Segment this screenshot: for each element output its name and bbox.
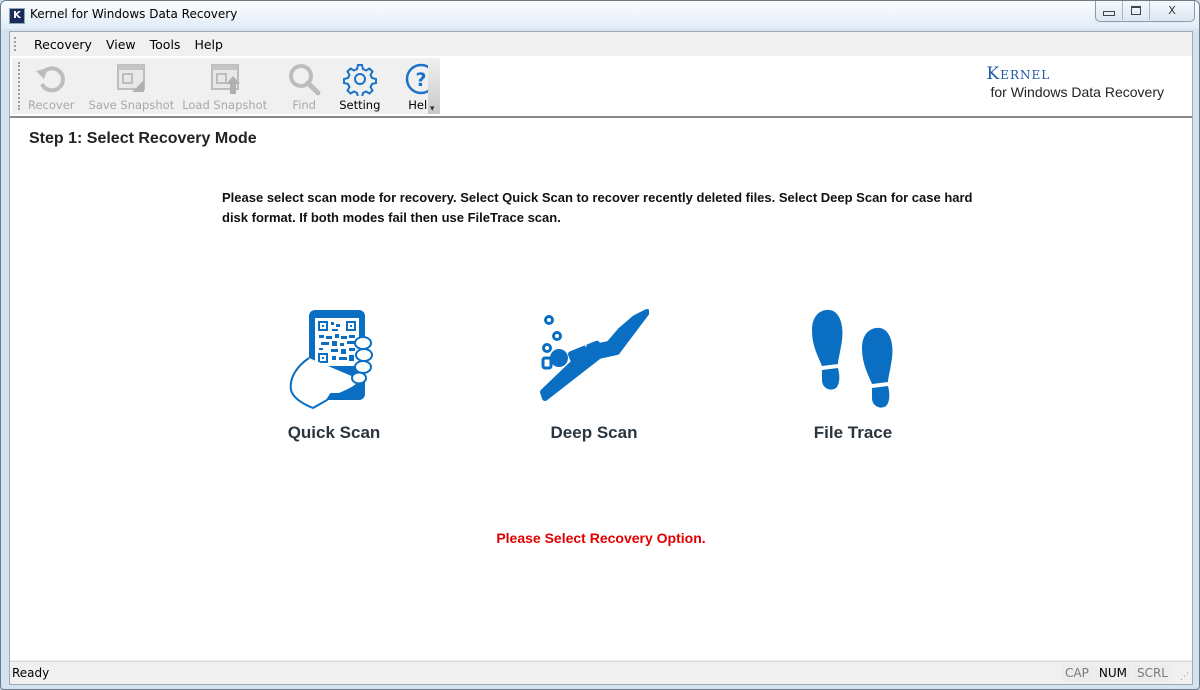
file-trace-option[interactable]: File Trace <box>763 308 943 443</box>
app-icon: K <box>9 8 25 24</box>
window-title: Kernel for Windows Data Recovery <box>30 7 238 21</box>
minimize-icon <box>1103 11 1115 16</box>
setting-button[interactable]: Setting <box>331 58 388 114</box>
setting-label: Setting <box>339 98 381 112</box>
maximize-icon <box>1131 6 1141 15</box>
toolbar-grip[interactable] <box>18 62 20 110</box>
load-snapshot-icon <box>210 64 240 94</box>
svg-text:?: ? <box>416 69 427 91</box>
magnifier-icon <box>289 64 321 96</box>
hand-phone-qr-icon <box>289 310 373 410</box>
footprints-icon <box>812 309 893 408</box>
quick-scan-option[interactable]: Quick Scan <box>244 308 424 443</box>
brand-subtitle: for Windows Data Recovery <box>990 84 1164 100</box>
menu-bar: Recovery View Tools Help <box>10 32 1192 56</box>
toolbar-area: Recover Save Snapshot Load Snapshot Find… <box>10 56 1192 118</box>
load-snapshot-button[interactable]: Load Snapshot <box>178 58 271 114</box>
menu-grip[interactable] <box>14 37 19 51</box>
save-snapshot-label: Save Snapshot <box>88 98 175 112</box>
instructions-text: Please select scan mode for recovery. Se… <box>222 190 973 225</box>
menu-recovery[interactable]: Recovery <box>27 35 99 54</box>
num-indicator: NUM <box>1094 665 1131 681</box>
recover-label: Recover <box>28 98 75 112</box>
status-message: Please Select Recovery Option. <box>496 530 706 546</box>
window-controls: X <box>1095 1 1195 22</box>
main-panel: Step 1: Select Recovery Mode Please sele… <box>10 118 1192 660</box>
toolbar: Recover Save Snapshot Load Snapshot Find… <box>12 58 437 114</box>
help-button[interactable]: ? Help <box>394 58 448 114</box>
minimize-button[interactable] <box>1096 1 1122 20</box>
deep-scan-label: Deep Scan <box>550 423 638 442</box>
brand-logo: Kernel for Windows Data Recovery <box>986 64 1164 100</box>
find-label: Find <box>292 98 316 112</box>
client-area: Recovery View Tools Help Recover Save Sn… <box>9 31 1193 685</box>
quick-scan-label: Quick Scan <box>287 423 381 442</box>
save-snapshot-icon <box>117 64 146 92</box>
save-snapshot-button[interactable]: Save Snapshot <box>85 58 179 114</box>
close-button[interactable]: X <box>1149 1 1194 20</box>
toolbar-overflow-button[interactable] <box>428 58 440 114</box>
menu-tools[interactable]: Tools <box>143 35 188 54</box>
file-trace-label: File Trace <box>813 423 893 442</box>
resize-grip-icon[interactable]: ⋰ <box>1180 672 1189 682</box>
status-text: Ready <box>12 666 50 680</box>
scrl-indicator: SCRL <box>1132 665 1172 681</box>
brand-name: Kernel <box>986 64 1051 84</box>
deep-scan-option[interactable]: Deep Scan <box>504 308 684 443</box>
diver-icon <box>540 309 649 401</box>
gear-icon <box>342 64 377 96</box>
menu-help[interactable]: Help <box>187 35 230 54</box>
maximize-button[interactable] <box>1122 1 1149 20</box>
menu-view[interactable]: View <box>99 35 143 54</box>
cap-indicator: CAP <box>1061 665 1093 681</box>
find-button[interactable]: Find <box>277 58 331 114</box>
app-window: K Kernel for Windows Data Recovery X Rec… <box>0 0 1200 690</box>
load-snapshot-label: Load Snapshot <box>182 98 268 112</box>
step-title: Step 1: Select Recovery Mode <box>29 130 257 147</box>
recover-button[interactable]: Recover <box>24 58 79 114</box>
status-bar: Ready CAP NUM SCRL ⋰ <box>10 661 1192 684</box>
title-bar[interactable]: K Kernel for Windows Data Recovery X <box>1 1 1199 29</box>
key-indicators: CAP NUM SCRL <box>1061 665 1172 681</box>
undo-arrow-icon <box>36 66 66 93</box>
close-icon: X <box>1168 4 1176 17</box>
